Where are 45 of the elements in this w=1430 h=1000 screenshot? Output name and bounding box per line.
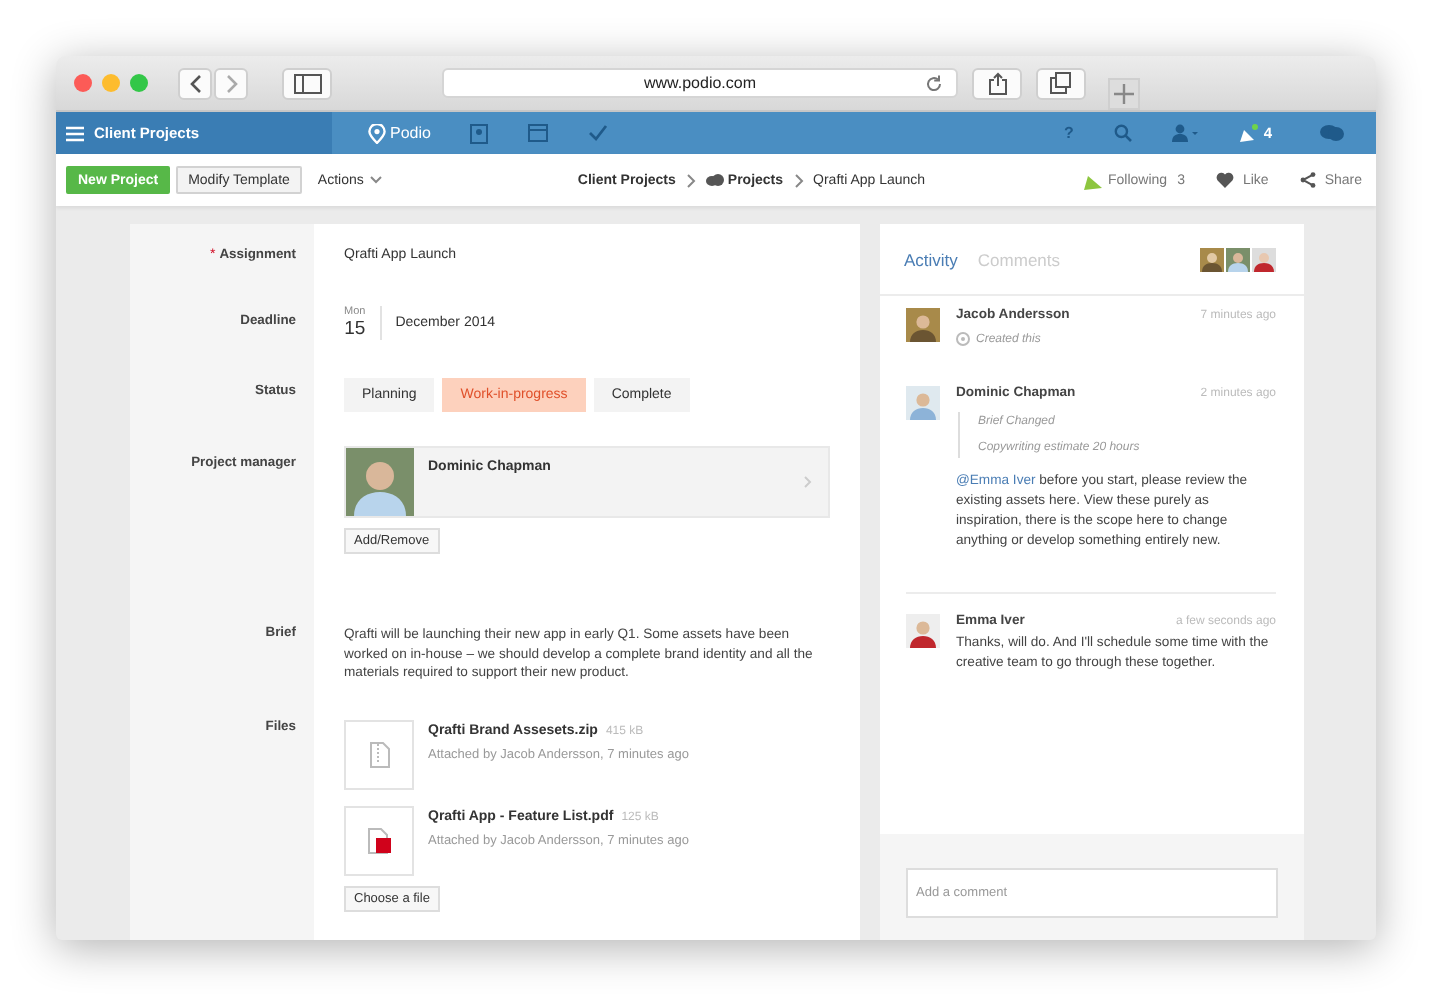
plus-icon — [1114, 84, 1134, 104]
file-thumbnail[interactable] — [344, 719, 414, 790]
avatar-icon — [906, 308, 940, 342]
contacts-icon[interactable] — [470, 123, 489, 143]
avatar-icon — [906, 386, 940, 420]
maximize-window-button[interactable] — [130, 74, 148, 92]
chevron-right-icon — [223, 73, 239, 93]
address-bar[interactable]: www.podio.com — [442, 68, 958, 98]
avatar-icon — [1200, 247, 1224, 271]
avatar-icon — [1252, 247, 1276, 271]
podio-logo[interactable]: Podio — [368, 123, 431, 143]
zip-file-icon — [369, 741, 389, 768]
pdf-file-icon — [367, 827, 391, 854]
share-icon — [1300, 172, 1317, 188]
file-thumbnail[interactable] — [344, 805, 414, 876]
checkmark-icon[interactable] — [588, 124, 609, 142]
share-button[interactable] — [972, 67, 1022, 99]
minimize-window-button[interactable] — [102, 74, 120, 92]
user-menu-icon[interactable] — [1171, 124, 1198, 142]
sidebar-button[interactable] — [282, 67, 332, 99]
chevron-icon — [804, 476, 812, 488]
chevron-icon — [793, 173, 804, 187]
sidebar-icon — [293, 73, 321, 93]
cloud-icon — [705, 174, 724, 186]
chevron-left-icon — [187, 73, 203, 93]
calendar-icon[interactable] — [528, 124, 549, 142]
heart-icon — [1216, 172, 1235, 188]
person-silhouette — [346, 448, 414, 516]
close-window-button[interactable] — [74, 74, 92, 92]
share-icon — [987, 71, 1007, 95]
day-number: 15 — [344, 318, 366, 340]
menu-icon[interactable] — [66, 125, 84, 141]
follow-icon — [1083, 171, 1102, 189]
activity-tab[interactable]: Activity — [904, 249, 958, 269]
back-button[interactable] — [178, 67, 212, 99]
search-icon[interactable] — [1113, 124, 1132, 142]
caret-icon — [369, 176, 382, 184]
chat-icon[interactable] — [1320, 124, 1344, 142]
chevron-icon — [685, 173, 696, 187]
reload-icon[interactable] — [924, 74, 944, 94]
tabs-button[interactable] — [1036, 67, 1086, 99]
avatar-icon — [906, 614, 940, 648]
new-tab-button[interactable] — [1108, 78, 1140, 110]
tabs-icon — [1050, 72, 1072, 94]
avatar-icon — [1226, 247, 1250, 271]
